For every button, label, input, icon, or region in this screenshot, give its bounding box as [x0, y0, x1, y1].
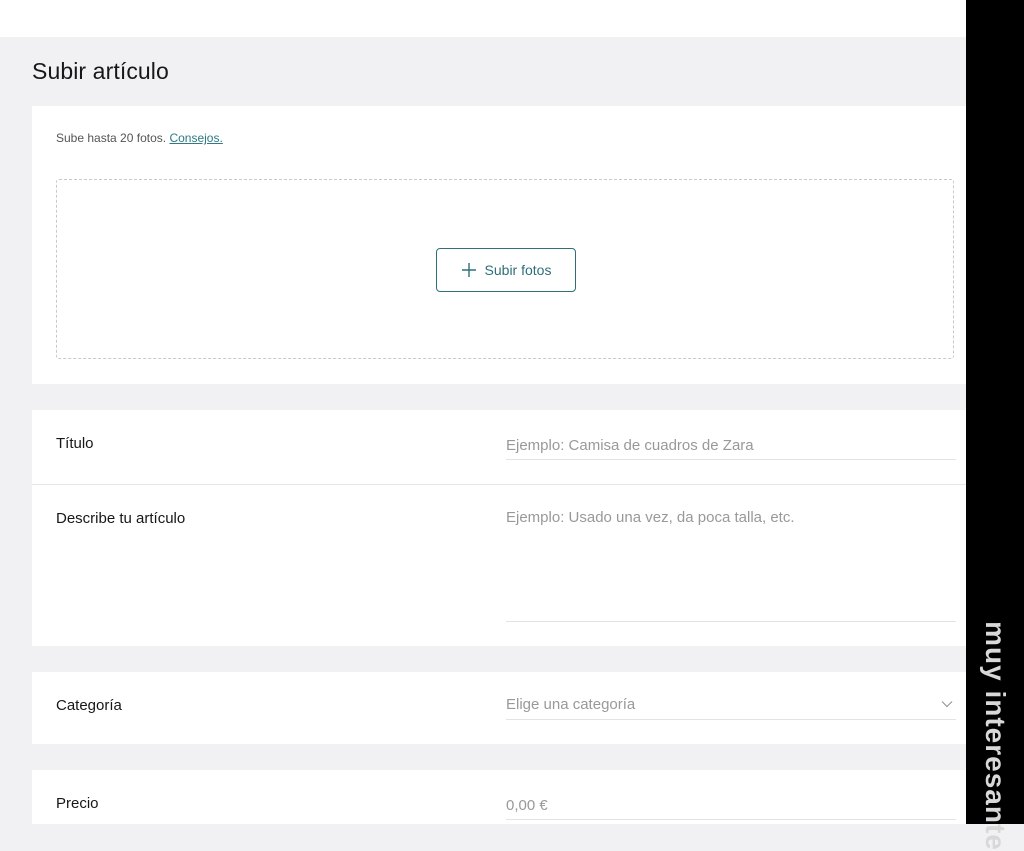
category-label: Categoría: [56, 697, 122, 714]
price-card: Precio: [32, 770, 966, 824]
plus-icon: [461, 263, 476, 277]
category-select[interactable]: Elige una categoría: [506, 696, 956, 718]
upload-photos-label: Subir fotos: [484, 262, 552, 278]
category-card: Categoría Elige una categoría: [32, 672, 966, 744]
photo-dropzone[interactable]: Subir fotos: [56, 179, 954, 359]
photos-hint-text: Sube hasta 20 fotos.: [56, 131, 167, 145]
price-underline: [506, 819, 956, 820]
photos-hint: Sube hasta 20 fotos. Consejos.: [56, 131, 223, 145]
title-label: Título: [56, 435, 94, 452]
watermark-logo: muy interesante: [975, 621, 1015, 851]
title-underline: [506, 459, 956, 460]
description-textarea[interactable]: [506, 509, 956, 609]
title-input[interactable]: [506, 434, 956, 456]
watermark-text: muy interesante: [980, 621, 1011, 851]
description-label: Describe tu artículo: [56, 510, 186, 527]
category-underline: [506, 719, 956, 720]
price-input[interactable]: [506, 794, 956, 816]
top-bar: [0, 0, 966, 37]
row-divider: [32, 484, 966, 485]
chevron-down-icon[interactable]: [941, 700, 953, 708]
page-title: Subir artículo: [32, 58, 169, 84]
photos-card: Sube hasta 20 fotos. Consejos. Subir fot…: [32, 106, 966, 384]
price-label: Precio: [56, 795, 99, 812]
upload-photos-button[interactable]: Subir fotos: [436, 248, 576, 292]
description-underline: [506, 621, 956, 622]
details-card: Título Describe tu artículo: [32, 410, 966, 646]
tips-link[interactable]: Consejos.: [169, 131, 222, 145]
